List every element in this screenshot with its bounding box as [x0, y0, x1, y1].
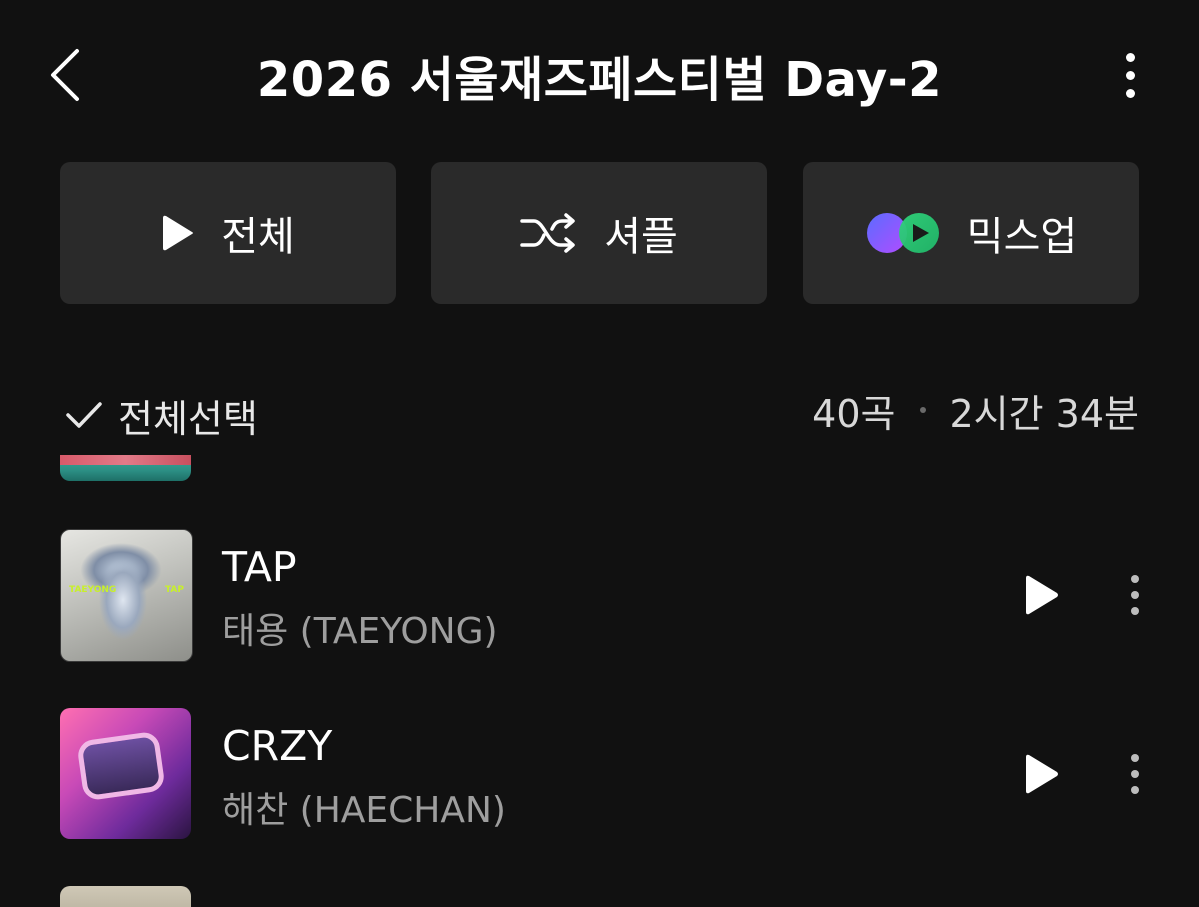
- album-cover: [60, 708, 191, 839]
- shuffle-button[interactable]: 셔플: [431, 162, 767, 304]
- more-vertical-icon-dot: [1131, 770, 1139, 778]
- more-options-button[interactable]: [1108, 40, 1152, 110]
- more-vertical-icon-dot: [1125, 88, 1135, 98]
- album-cover: TAEYONG TAP: [60, 529, 193, 662]
- select-all-toggle[interactable]: 전체선택: [64, 380, 258, 450]
- more-vertical-icon-dot: [1125, 70, 1135, 80]
- album-cover-text: TAEYONG TAP: [61, 584, 192, 596]
- more-vertical-icon: [1131, 754, 1139, 762]
- separator-dot: [919, 407, 926, 413]
- more-vertical-icon-dot: [1131, 607, 1139, 615]
- mixup-button[interactable]: 믹스업: [803, 162, 1139, 304]
- song-row[interactable]: CRZY 해찬 (HAECHAN): [0, 708, 1199, 840]
- play-icon: [1026, 754, 1058, 794]
- track-count: 40곡: [812, 391, 896, 436]
- more-vertical-icon-dot: [1131, 591, 1139, 599]
- back-button[interactable]: [40, 42, 88, 108]
- song-title: CRZY: [222, 722, 333, 770]
- more-vertical-icon: [1125, 52, 1135, 62]
- playlist-screen: 2026 서울재즈페스티벌 Day-2 전체 셔플 믹스업 전체선택 40곡 2…: [0, 0, 1199, 907]
- play-icon: [163, 215, 194, 251]
- mixup-icon: [866, 213, 939, 253]
- shuffle-icon: [520, 213, 575, 253]
- cover-text-title: TAP: [164, 585, 184, 595]
- total-duration: 2시간 34분: [949, 391, 1140, 436]
- more-vertical-icon-dot: [1131, 786, 1139, 794]
- shuffle-label: 셔플: [604, 214, 678, 260]
- album-cover-partial: [60, 455, 191, 481]
- album-cover-art: [76, 730, 166, 802]
- mixup-label: 믹스업: [966, 214, 1078, 260]
- page-title: 2026 서울재즈페스티벌 Day-2: [256, 52, 943, 108]
- play-all-button[interactable]: 전체: [60, 162, 396, 304]
- select-all-label: 전체선택: [118, 396, 258, 441]
- more-vertical-icon: [1131, 575, 1139, 583]
- song-artist: 해찬 (HAECHAN): [222, 790, 506, 831]
- song-artist: 태용 (TAEYONG): [222, 611, 498, 652]
- chevron-left-icon: [51, 49, 79, 101]
- play-all-label: 전체: [221, 214, 295, 260]
- album-cover-partial: [60, 886, 191, 907]
- song-more-button[interactable]: [1118, 748, 1152, 800]
- song-title: TAP: [222, 543, 297, 591]
- cover-text-artist: TAEYONG: [69, 585, 117, 595]
- playlist-summary: 40곡 2시간 34분: [812, 380, 1139, 440]
- play-song-button[interactable]: [1016, 748, 1068, 800]
- play-icon: [1026, 575, 1058, 615]
- song-row[interactable]: TAEYONG TAP TAP 태용 (TAEYONG): [0, 529, 1199, 662]
- song-more-button[interactable]: [1118, 569, 1152, 621]
- play-song-button[interactable]: [1016, 569, 1068, 621]
- check-icon: [66, 402, 102, 428]
